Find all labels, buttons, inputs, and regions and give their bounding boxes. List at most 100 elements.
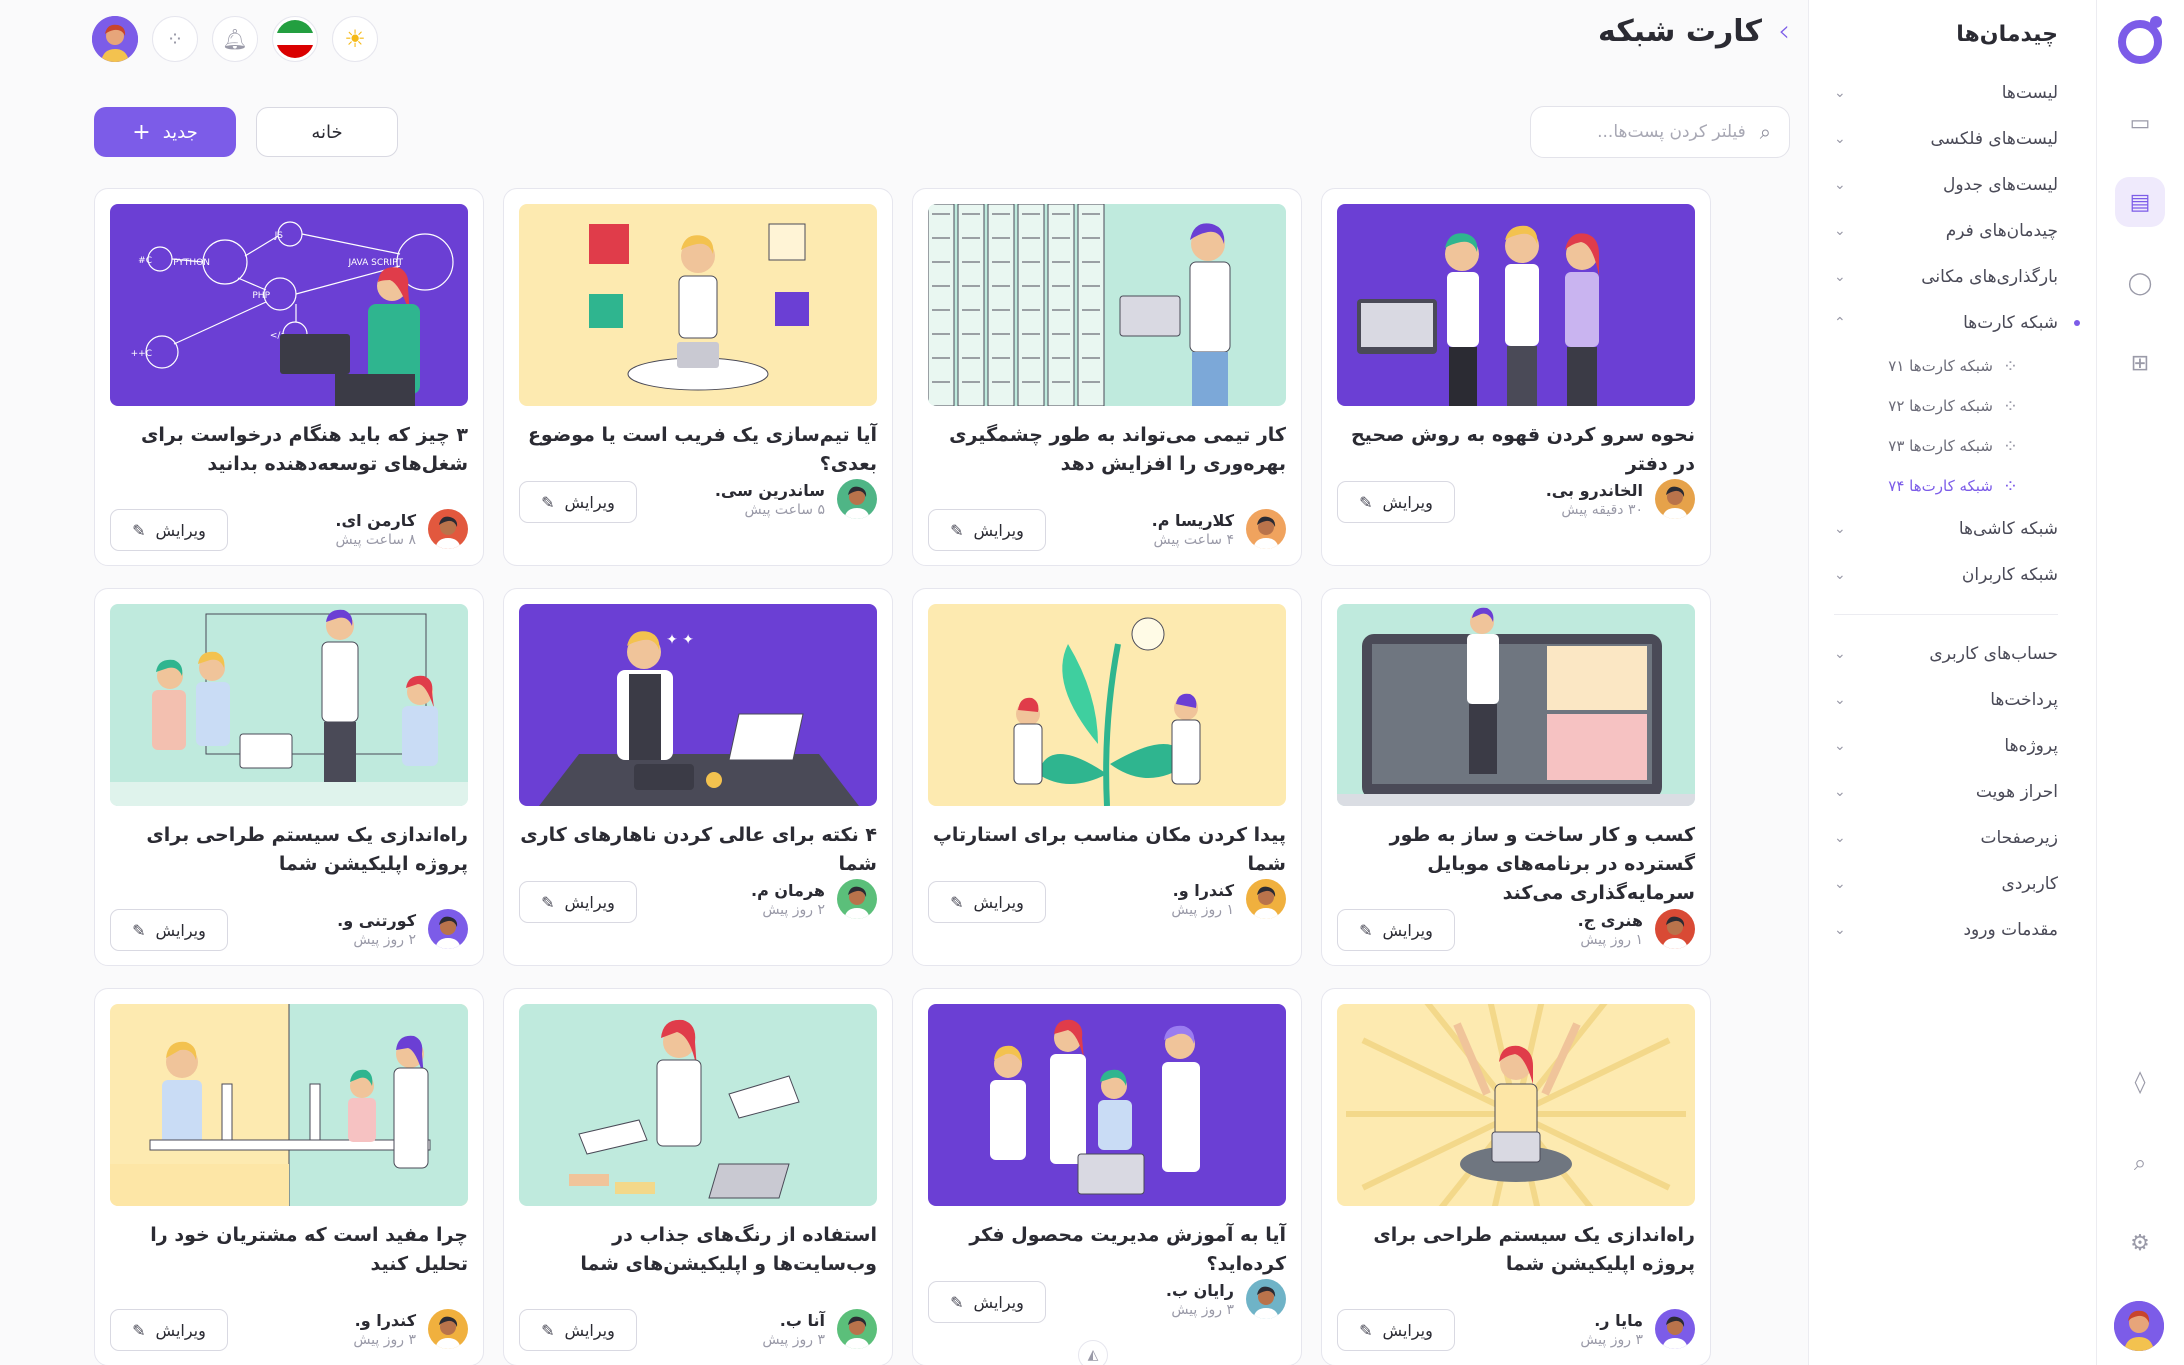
new-button[interactable]: جدید + — [94, 107, 236, 157]
author-name: کارمن ای. — [335, 510, 416, 530]
edit-button[interactable]: ویرایش ✎ — [110, 509, 228, 551]
language-flag-button[interactable] — [272, 16, 318, 62]
sidebar-item-table-lists[interactable]: لیست‌های جدول ⌄ — [1834, 162, 2058, 208]
sidebar-item-login-intro[interactable]: مقدمات ورود ⌄ — [1834, 907, 2058, 953]
post-card[interactable]: کار تیمی می‌تواند به طور چشمگیری بهره‌ور… — [912, 188, 1302, 566]
grid-dots-icon: ⁘ — [2002, 435, 2018, 457]
post-card[interactable]: پیدا کردن مکان مناسب برای استارتاپ شما ک… — [912, 588, 1302, 966]
sidebar-subitem-card-grid-74[interactable]: ⁘ شبکه کارت‌ها ۷۴ — [1834, 466, 2058, 506]
sidebar-item-label: احراز هویت — [1975, 782, 2058, 802]
filter-posts-search[interactable]: ⌕ — [1526, 106, 1790, 158]
notification-bell-icon[interactable]: 🔔︎ — [212, 16, 258, 62]
edit-button-label: ویرایش — [973, 1292, 1024, 1312]
sidebar-item-form-layouts[interactable]: چیدمان‌های فرم ⌄ — [1834, 208, 2058, 254]
sidebar-item-label: لیست‌های فلکسی — [1930, 129, 2059, 149]
edit-button-label: ویرایش — [1382, 1320, 1433, 1340]
sidebar-toggle-icon[interactable]: ▭ — [2115, 98, 2165, 148]
sidebar-item-tile-grid[interactable]: شبکه کاشی‌ها ⌄ — [1834, 506, 2058, 552]
pencil-icon: ✎ — [132, 920, 146, 940]
edit-button[interactable]: ویرایش ✎ — [110, 1309, 228, 1351]
post-card[interactable]: کسب و کار ساخت و ساز به طور گسترده در بر… — [1321, 588, 1711, 966]
post-author: ساندرین سی. ۵ ساعت پیش — [715, 479, 877, 519]
post-time: ۳ روز پیش — [353, 1331, 416, 1348]
search-input[interactable] — [1526, 122, 1746, 142]
post-card[interactable]: راه‌اندازی یک سیستم طراحی برای پروژه اپل… — [1321, 988, 1711, 1365]
edit-button[interactable]: ویرایش ✎ — [519, 1309, 637, 1351]
post-title[interactable]: کار تیمی می‌تواند به طور چشمگیری بهره‌ور… — [928, 421, 1286, 479]
chevron-down-icon: ⌄ — [1834, 85, 1846, 101]
post-title[interactable]: چرا مفید است که مشتریان خود را تحلیل کنی… — [110, 1221, 468, 1279]
sidebar-item-label: لیست‌ها — [2001, 83, 2058, 103]
drop-icon[interactable]: ◊ — [2115, 1057, 2165, 1107]
edit-button[interactable]: ویرایش ✎ — [928, 509, 1046, 551]
post-title[interactable]: آیا تیم‌سازی یک فریب است یا موضوع بعدی؟ — [519, 421, 877, 479]
post-card[interactable]: آیا به آموزش مدیریت محصول فکر کرده‌اید؟ … — [912, 988, 1302, 1365]
layouts-icon[interactable]: ▤ — [2115, 177, 2165, 227]
post-card[interactable]: آیا تیم‌سازی یک فریب است یا موضوع بعدی؟ … — [503, 188, 893, 566]
edit-button[interactable]: ویرایش ✎ — [110, 909, 228, 951]
search-icon: ⌕ — [1759, 120, 1771, 144]
sidebar-item-label: پروژه‌ها — [2004, 736, 2058, 756]
edit-button[interactable]: ویرایش ✎ — [928, 1281, 1046, 1323]
author-name: الخاندرو بی. — [1545, 480, 1643, 500]
post-title[interactable]: پیدا کردن مکان مناسب برای استارتاپ شما — [928, 821, 1286, 879]
chevron-down-icon: ⌄ — [1834, 876, 1846, 892]
sidebar-item-utility[interactable]: کاربردی ⌄ — [1834, 861, 2058, 907]
edit-button[interactable]: ویرایش ✎ — [928, 881, 1046, 923]
post-title[interactable]: راه‌اندازی یک سیستم طراحی برای پروژه اپل… — [1337, 1221, 1695, 1279]
sidebar-item-card-grid[interactable]: شبکه کارت‌ها ⌃ — [1834, 300, 2080, 346]
post-title[interactable]: ۳ چیز که باید هنگام درخواست برای شغل‌های… — [110, 421, 468, 479]
svg-text:✦ ✦: ✦ ✦ — [666, 632, 694, 648]
post-card[interactable]: چرا مفید است که مشتریان خود را تحلیل کنی… — [94, 988, 484, 1365]
post-title[interactable]: راه‌اندازی یک سیستم طراحی برای پروژه اپل… — [110, 821, 468, 879]
sidebar-item-user-accounts[interactable]: حساب‌های کاربری ⌄ — [1834, 631, 2058, 677]
post-card[interactable]: نحوه سرو کردن قهوه به روش صحیح در دفتر ا… — [1321, 188, 1711, 566]
post-illustration: ✦ ✦ — [519, 604, 877, 806]
apps-grid-icon[interactable]: ⁘ — [152, 16, 198, 62]
post-time: ۳۰ دقیقه پیش — [1561, 501, 1643, 518]
sidebar-item-label: شبکه کارت‌ها — [1963, 313, 2058, 333]
theme-toggle-button[interactable]: ☀ — [332, 16, 378, 62]
sidebar-item-subpages[interactable]: زیرصفحات ⌄ — [1834, 815, 2058, 861]
user-avatar[interactable] — [2114, 1301, 2164, 1351]
chat-icon[interactable]: ◯ — [2115, 258, 2165, 308]
sidebar-item-payments[interactable]: پرداخت‌ها ⌄ — [1834, 677, 2058, 723]
edit-button[interactable]: ویرایش ✎ — [1337, 909, 1455, 951]
grid-icon[interactable]: ⊞ — [2115, 338, 2165, 388]
sidebar-subitem-card-grid-73[interactable]: ⁘ شبکه کارت‌ها ۷۳ — [1834, 426, 2058, 466]
author-avatar — [1246, 509, 1286, 549]
edit-button[interactable]: ویرایش ✎ — [519, 481, 637, 523]
sidebar-subitem-card-grid-71[interactable]: ⁘ شبکه کارت‌ها ۷۱ — [1834, 346, 2058, 386]
home-button[interactable]: خانه — [256, 107, 398, 157]
post-card[interactable]: C# PYTHON JS PHP C++ </> JAVA SCRIPT ۳ چیز که … — [94, 188, 484, 566]
sidebar-item-projects[interactable]: پروژه‌ها ⌄ — [1834, 723, 2058, 769]
search-icon[interactable]: ⌕ — [2115, 1138, 2165, 1188]
settings-gear-icon[interactable]: ⚙ — [2115, 1218, 2165, 1268]
author-name: کندرا و. — [1172, 880, 1234, 900]
sidebar-item-spatial-loaders[interactable]: بارگذاری‌های مکانی ⌄ — [1834, 254, 2058, 300]
sidebar-item-flex-lists[interactable]: لیست‌های فلکسی ⌄ — [1834, 116, 2058, 162]
sidebar-item-user-grid[interactable]: شبکه کاربران ⌄ — [1834, 552, 2058, 598]
author-avatar — [1655, 1309, 1695, 1349]
post-card[interactable]: استفاده از رنگ‌های جذاب در وب‌سایت‌ها و … — [503, 988, 893, 1365]
post-card[interactable]: ✦ ✦ ۴ نکته برای عالی کردن ناهارهای کاری … — [503, 588, 893, 966]
back-chevron-icon[interactable]: › — [1778, 14, 1790, 49]
post-title[interactable]: استفاده از رنگ‌های جذاب در وب‌سایت‌ها و … — [519, 1221, 877, 1279]
pencil-icon: ✎ — [1359, 1320, 1373, 1340]
post-title[interactable]: آیا به آموزش مدیریت محصول فکر کرده‌اید؟ — [928, 1221, 1286, 1279]
profile-avatar[interactable] — [92, 16, 138, 62]
layouts-sidebar: چیدمان‌ها لیست‌ها ⌄ لیست‌های فلکسی ⌄ لیست‌… — [1808, 0, 2096, 1365]
post-card[interactable]: راه‌اندازی یک سیستم طراحی برای پروژه اپل… — [94, 588, 484, 966]
sidebar-item-auth[interactable]: احراز هویت ⌄ — [1834, 769, 2058, 815]
sidebar-subitem-card-grid-72[interactable]: ⁘ شبکه کارت‌ها ۷۲ — [1834, 386, 2058, 426]
edit-button[interactable]: ویرایش ✎ — [519, 881, 637, 923]
post-title[interactable]: کسب و کار ساخت و ساز به طور گسترده در بر… — [1337, 821, 1695, 908]
brand-logo-icon[interactable] — [2118, 16, 2162, 64]
scroll-up-icon[interactable]: ◭ — [1078, 1340, 1108, 1365]
post-title[interactable]: ۴ نکته برای عالی کردن ناهارهای کاری شما — [519, 821, 877, 879]
post-title[interactable]: نحوه سرو کردن قهوه به روش صحیح در دفتر — [1337, 421, 1695, 479]
chevron-down-icon: ⌄ — [1834, 692, 1846, 708]
sidebar-item-lists[interactable]: لیست‌ها ⌄ — [1834, 70, 2058, 116]
edit-button[interactable]: ویرایش ✎ — [1337, 481, 1455, 523]
edit-button[interactable]: ویرایش ✎ — [1337, 1309, 1455, 1351]
